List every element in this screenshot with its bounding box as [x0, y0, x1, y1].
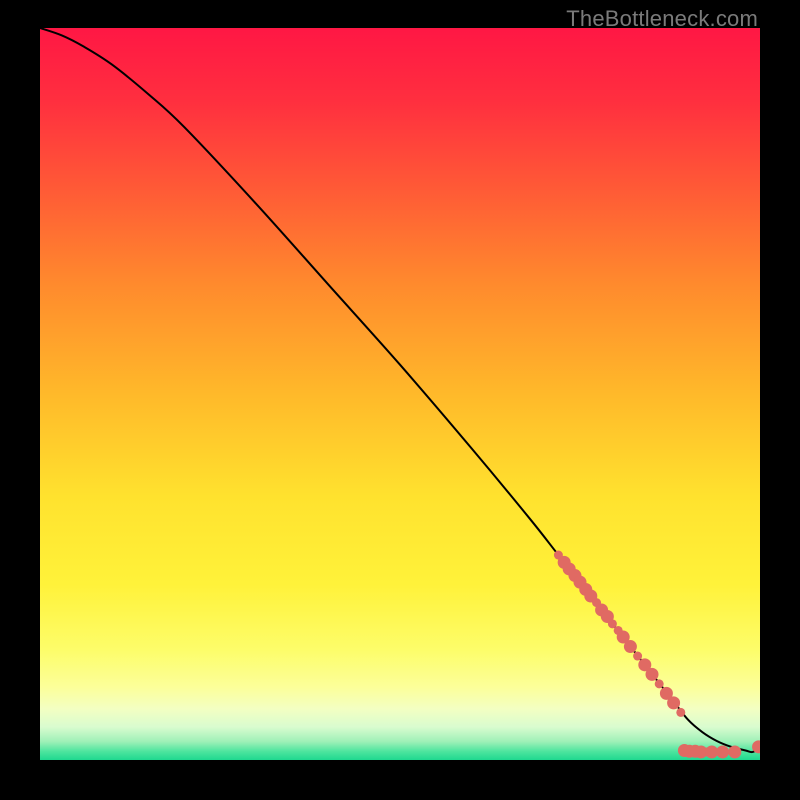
marker-point	[728, 745, 741, 758]
marker-point	[646, 668, 659, 681]
marker-point	[676, 708, 685, 717]
marker-point	[655, 679, 664, 688]
chart-stage: TheBottleneck.com	[0, 0, 800, 800]
chart-svg	[40, 28, 760, 760]
marker-point	[624, 640, 637, 653]
marker-point	[667, 696, 680, 709]
marker-point	[716, 745, 729, 758]
gradient-background	[40, 28, 760, 760]
plot-area	[40, 28, 760, 760]
marker-point	[633, 652, 642, 661]
